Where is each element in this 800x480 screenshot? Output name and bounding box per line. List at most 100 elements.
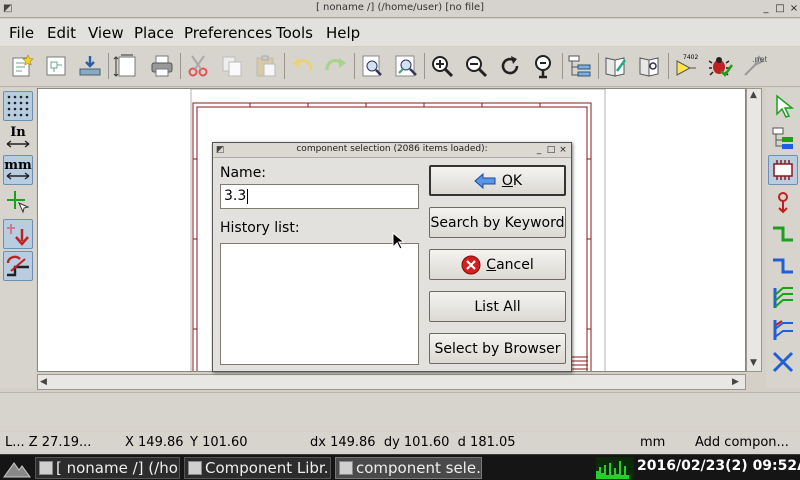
status-x: X 149.86	[125, 435, 184, 450]
status-units: mm	[640, 435, 666, 450]
toolbar-separator	[668, 53, 669, 79]
cancel-button[interactable]: Cancel	[429, 249, 566, 280]
paste-icon[interactable]	[251, 51, 281, 81]
units-inch-button[interactable]: In	[3, 123, 33, 153]
menu-tools[interactable]: Tools	[276, 24, 313, 42]
mouse-cursor-icon	[392, 232, 404, 250]
netlist-badge: .net	[752, 55, 767, 64]
add-component-button[interactable]	[768, 155, 798, 185]
search-by-keyword-button[interactable]: Search by Keyword	[429, 207, 566, 238]
toolbar-separator	[424, 53, 425, 79]
scroll-down-icon[interactable]: ▼	[750, 358, 757, 368]
toolbar-separator	[108, 53, 109, 79]
main-toolbar: 7402 .net	[0, 47, 800, 87]
select-by-browser-label: Select by Browser	[434, 340, 561, 357]
pointer-icon	[776, 94, 795, 118]
cut-icon[interactable]	[183, 51, 213, 81]
find-icon[interactable]	[357, 51, 387, 81]
maximize-button[interactable]: □	[774, 2, 786, 15]
library-browser-icon[interactable]	[635, 51, 665, 81]
redraw-icon[interactable]	[495, 51, 525, 81]
close-button[interactable]: ×	[788, 2, 800, 15]
task-component-selection[interactable]: component sele...	[335, 457, 482, 479]
cpu-monitor-icon	[596, 457, 634, 479]
annotate-badge: 7402	[683, 54, 698, 61]
ok-button[interactable]: OK	[429, 165, 566, 196]
window-icon	[339, 461, 353, 475]
text-caret	[247, 188, 249, 204]
task-label: component sele...	[356, 459, 482, 477]
scroll-up-icon[interactable]: ▲	[750, 90, 757, 100]
units-inch-label: In	[10, 125, 26, 140]
add-bus-button[interactable]	[768, 251, 798, 281]
dialog-close-button[interactable]: ×	[558, 144, 568, 156]
scroll-left-icon[interactable]: ◀	[40, 377, 47, 387]
library-editor-icon[interactable]	[601, 51, 631, 81]
horizontal-scrollbar[interactable]: ◀ ▶	[37, 374, 746, 390]
bus-icon	[773, 258, 793, 274]
start-menu-icon[interactable]	[2, 457, 32, 479]
menu-help[interactable]: Help	[326, 24, 360, 42]
units-mm-label: mm	[4, 158, 32, 173]
add-bus-entry-button[interactable]	[768, 315, 798, 345]
zoom-in-icon[interactable]	[427, 51, 457, 81]
zoom-fit-icon[interactable]	[529, 51, 559, 81]
zoom-out-icon[interactable]	[461, 51, 491, 81]
message-panel	[0, 392, 800, 430]
list-all-label: List All	[474, 298, 521, 315]
wire-angle-button[interactable]	[3, 251, 33, 281]
add-wire-button[interactable]	[768, 219, 798, 249]
history-list[interactable]	[220, 243, 419, 365]
netlist-icon[interactable]: .net	[739, 51, 769, 81]
power-port-icon	[778, 192, 788, 214]
cancel-label: Cancel	[486, 256, 534, 273]
taskbar: [ noname /] (/ho... Component Libr... co…	[0, 454, 800, 480]
menu-preferences[interactable]: Preferences	[184, 24, 272, 42]
cursor-shape-button[interactable]	[3, 187, 33, 217]
annotate-icon[interactable]: 7402	[671, 51, 701, 81]
grid-toggle-button[interactable]	[3, 91, 33, 121]
add-power-button[interactable]	[768, 187, 798, 217]
crosshair-icon	[7, 191, 30, 214]
undo-icon[interactable]	[287, 51, 317, 81]
scroll-right-icon[interactable]: ▶	[732, 377, 739, 387]
task-component-library[interactable]: Component Libr...	[184, 457, 331, 479]
add-wire-entry-button[interactable]	[768, 283, 798, 313]
find-replace-icon[interactable]	[391, 51, 421, 81]
select-by-browser-button[interactable]: Select by Browser	[429, 333, 566, 364]
dialog-title: component selection (2086 items loaded):	[296, 144, 488, 154]
name-input[interactable]: 3.3	[220, 184, 419, 209]
search-by-keyword-label: Search by Keyword	[430, 214, 565, 231]
page-settings-icon[interactable]	[111, 51, 141, 81]
print-icon[interactable]	[147, 51, 177, 81]
list-all-button[interactable]: List All	[429, 291, 566, 322]
no-connect-button[interactable]	[768, 347, 798, 377]
menu-file[interactable]: File	[9, 24, 34, 42]
copy-icon[interactable]	[217, 51, 247, 81]
minimize-button[interactable]: _	[760, 2, 772, 15]
redo-icon[interactable]	[321, 51, 351, 81]
open-icon[interactable]	[75, 51, 105, 81]
select-tool-button[interactable]	[768, 91, 798, 121]
units-mm-button[interactable]: mm	[3, 155, 33, 185]
dialog-minimize-button[interactable]: _	[534, 144, 544, 156]
menu-place[interactable]: Place	[134, 24, 174, 42]
status-bar: L... Z 27.19... X 149.86 Y 101.60 dx 149…	[0, 432, 800, 454]
hierarchy-icon[interactable]	[565, 51, 595, 81]
bus-entry-icon	[773, 320, 793, 340]
new-sheet-icon[interactable]	[41, 51, 71, 81]
toolbar-separator	[180, 53, 181, 79]
task-kicad-window[interactable]: [ noname /] (/ho...	[35, 457, 180, 479]
highlight-net-button[interactable]	[768, 123, 798, 153]
vertical-scrollbar[interactable]: ▲ ▼	[746, 88, 762, 372]
task-label: [ noname /] (/ho...	[56, 459, 180, 477]
new-schematic-icon[interactable]	[7, 51, 37, 81]
hidden-pins-button[interactable]	[3, 219, 33, 249]
erc-icon[interactable]	[705, 51, 735, 81]
menu-edit[interactable]: Edit	[47, 24, 76, 42]
toolbar-separator	[284, 53, 285, 79]
wire-angle-icon	[6, 255, 29, 277]
dialog-maximize-button[interactable]: □	[546, 144, 556, 156]
menu-view[interactable]: View	[88, 24, 124, 42]
cancel-icon	[461, 255, 481, 274]
